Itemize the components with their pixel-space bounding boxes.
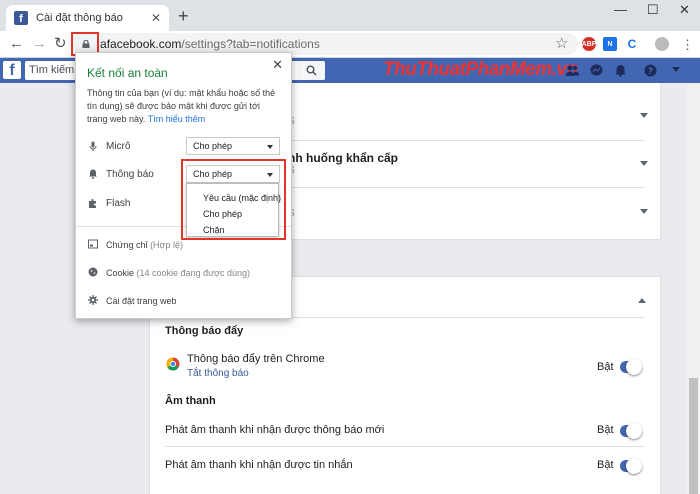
bookmark-star-icon[interactable]: ☆ [555,34,568,52]
chrome-menu-icon[interactable]: ⋮ [681,35,694,55]
search-button[interactable] [298,61,325,80]
url-text[interactable]: afacebook.com/settings?tab=notifications [100,37,320,51]
cookie-icon [88,267,98,277]
certificate-row[interactable]: Chứng chỉ (Hợp lệ) [106,240,183,250]
chrome-push-toggle[interactable] [620,359,642,375]
notification-label: Thông báo [106,169,154,180]
close-tab-icon[interactable]: ✕ [151,11,161,25]
svg-text:?: ? [648,67,653,77]
puzzle-piece-icon [89,199,96,208]
chevron-up-icon[interactable] [638,298,646,303]
cookie-label: Cookie [106,268,135,278]
scrollbar-thumb[interactable] [689,378,698,494]
lock-icon [82,40,90,48]
sound-row2-status: Bật [597,459,614,471]
url-host-prefix: a [100,37,107,51]
microphone-icon [89,141,97,151]
chevron-down-icon [640,161,648,166]
certificate-label: Chứng chỉ [106,240,148,250]
row2-title: nh huống khẩn cấp [288,151,398,165]
browser-tab[interactable]: f Cài đặt thông báo ✕ [6,5,169,31]
cookie-status: (14 cookie đang được dùng) [136,268,251,278]
url-path: /settings?tab=notifications [181,37,320,51]
facebook-favicon-icon: f [14,11,28,25]
reload-button[interactable]: ↻ [54,34,67,54]
site-settings-link[interactable]: Cài đặt trang web [106,296,177,306]
chrome-push-label: Thông báo đẩy trên Chrome [187,353,325,365]
messenger-icon[interactable] [590,64,603,77]
extension-c-icon[interactable]: C [625,37,639,51]
facebook-logo-icon[interactable]: f [3,61,21,79]
certificate-icon [88,239,98,249]
gear-icon [88,295,98,305]
chrome-push-status: Bật [597,361,614,373]
sound-row2-label: Phát âm thanh khi nhận được tin nhắn [165,459,353,471]
sound-row1-status: Bật [597,424,614,436]
minimize-button[interactable]: — [614,2,627,17]
mic-permission-select[interactable]: Cho phép [186,137,280,155]
friend-requests-icon[interactable] [566,64,579,77]
notification-bell-icon [89,169,97,179]
flash-label: Flash [106,198,131,209]
profile-avatar[interactable] [655,37,669,51]
popup-title: Kết nối an toàn [87,66,168,80]
mic-label: Micrô [106,141,131,152]
close-icon[interactable]: ✕ [272,57,283,73]
search-icon [306,65,317,76]
chevron-down-icon [640,113,648,118]
watermark-text: ThuThuatPhanMem.vn [383,59,578,80]
new-tab-button[interactable]: + [178,7,189,25]
close-window-button[interactable]: ✕ [679,2,690,18]
account-menu-icon[interactable] [672,67,680,72]
help-icon[interactable]: ? [644,64,657,77]
adblock-extension-icon[interactable]: ABP [582,37,596,51]
learn-more-link[interactable]: Tìm hiểu thêm [148,114,206,124]
page-scrollbar[interactable] [687,83,700,494]
cookie-row[interactable]: Cookie (14 cookie đang được dùng) [106,268,250,278]
disable-notifications-link[interactable]: Tắt thông báo [187,368,249,379]
url-host: facebook.com [106,37,182,51]
sound-section-title: Âm thanh [165,395,216,407]
notifications-bell-icon[interactable] [614,64,627,77]
watermark-logo: ThuThuatPhanMem.vn [383,59,578,81]
sound-row2-toggle[interactable] [620,458,642,474]
popup-description: Thông tin của bạn (ví dụ: mật khẩu hoặc … [87,87,282,126]
extension-new-icon[interactable]: N [603,37,617,51]
back-button[interactable]: ← [9,34,24,54]
tab-title: Cài đặt thông báo [36,12,123,24]
highlight-box [181,159,286,240]
certificate-status: (Hợp lệ) [150,240,183,250]
chevron-down-icon [640,209,648,214]
forward-button[interactable]: → [32,34,47,54]
divider [165,446,645,447]
sound-row1-label: Phát âm thanh khi nhận được thông báo mớ… [165,424,385,436]
sound-row1-toggle[interactable] [620,423,642,439]
maximize-button[interactable]: ☐ [647,2,659,18]
chrome-icon [166,357,180,371]
push-section-title: Thông báo đẩy [165,325,244,337]
title-bar: f Cài đặt thông báo ✕ + — ☐ ✕ [0,0,700,31]
search-placeholder: Tìm kiếm [29,64,75,76]
